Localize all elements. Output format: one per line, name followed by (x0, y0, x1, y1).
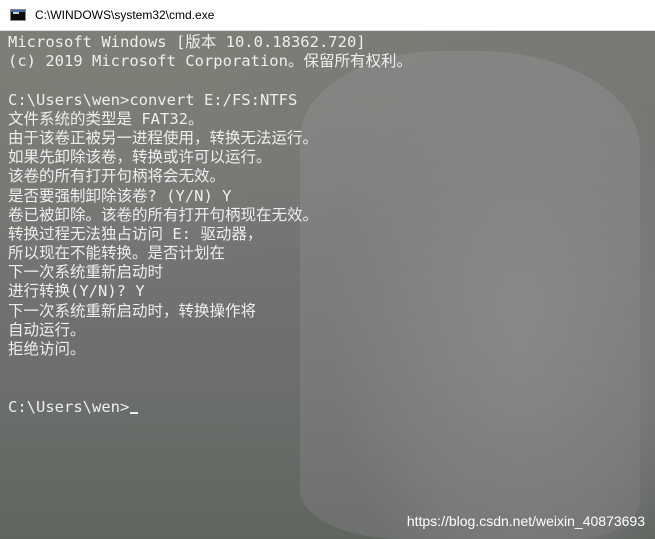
console-line: 所以现在不能转换。是否计划在 (8, 244, 226, 263)
console-line: 下一次系统重新启动时 (8, 263, 164, 282)
console-line: 文件系统的类型是 FAT32。 (8, 109, 204, 128)
console-area[interactable]: Microsoft Windows [版本 10.0.18362.720] (c… (0, 31, 655, 539)
console-line: C:\Users\wen>convert E:/FS:NTFS (8, 90, 298, 109)
text-cursor (130, 412, 139, 415)
console-line: 下一次系统重新启动时，转换操作将 (8, 301, 257, 320)
console-line: 转换过程无法独占访问 E: 驱动器， (8, 224, 263, 243)
console-line: 卷已被卸除。该卷的所有打开句柄现在无效。 (8, 205, 319, 224)
prompt-text: C:\Users\wen> (8, 397, 130, 416)
console-line: 是否要强制卸除该卷? (Y/N) Y (8, 186, 232, 205)
console-output: Microsoft Windows [版本 10.0.18362.720] (c… (8, 33, 412, 417)
console-line: 自动运行。 (8, 320, 86, 339)
command-prompt[interactable]: C:\Users\wen> (8, 398, 412, 417)
watermark: https://blog.csdn.net/weixin_40873693 (406, 513, 645, 529)
cmd-icon (10, 9, 26, 21)
title-bar[interactable]: C:\WINDOWS\system32\cmd.exe (0, 0, 655, 31)
window-title: C:\WINDOWS\system32\cmd.exe (35, 8, 215, 22)
console-line: 该卷的所有打开句柄将会无效。 (8, 167, 226, 186)
console-line: 如果先卸除该卷，转换或许可以运行。 (8, 148, 272, 167)
console-line: (c) 2019 Microsoft Corporation。保留所有权利。 (8, 52, 412, 71)
console-line: 由于该卷正被另一进程使用，转换无法运行。 (8, 128, 319, 147)
console-line: Microsoft Windows [版本 10.0.18362.720] (8, 33, 366, 51)
console-line: 拒绝访问。 (8, 340, 86, 358)
console-line: 进行转换(Y/N)? Y (8, 282, 145, 301)
